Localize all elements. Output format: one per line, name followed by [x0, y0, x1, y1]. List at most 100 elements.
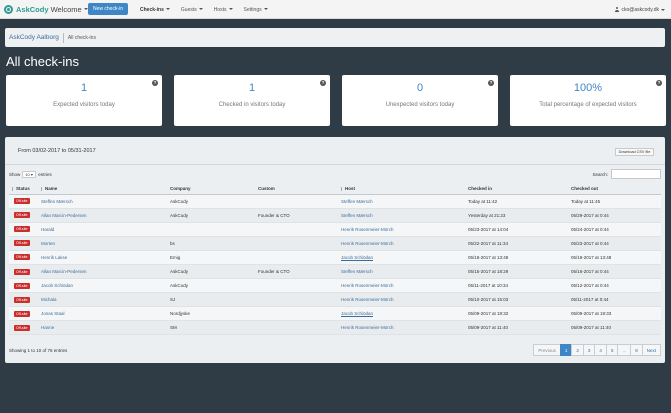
name-cell: Steffen Mærsch: [38, 194, 167, 209]
question-icon[interactable]: ?: [320, 80, 326, 86]
host-link[interactable]: Henrik Rosenmeier-Mörch: [341, 227, 394, 232]
company-cell: Emig: [167, 250, 255, 265]
column-custom[interactable]: Custom: [255, 184, 338, 195]
table-info: Showing 1 to 10 of 76 entries: [9, 348, 68, 353]
pagination-previous[interactable]: Previous: [533, 344, 561, 356]
host-cell: Henrik Rosenmeier-Mörch: [338, 292, 465, 308]
company-cell: Nordjyske: [167, 306, 255, 322]
status-cell: Off-site: [9, 306, 38, 322]
status-cell: Off-site: [9, 264, 38, 280]
custom-cell: [255, 194, 338, 209]
guest-name-link[interactable]: Harald: [41, 227, 54, 232]
host-cell: Henrik Rosenmeier-Mörch: [338, 278, 465, 294]
column-host[interactable]: Host: [338, 184, 465, 195]
pagination: Previous 1 2 3 4 5 ... 8 Next: [533, 344, 661, 356]
nav-guests[interactable]: Guests: [181, 7, 203, 13]
stat-card-unexpected: 0 Unexpected visitors today ?: [342, 75, 498, 126]
custom-cell: [255, 236, 338, 251]
guest-name-link[interactable]: Michala: [41, 297, 57, 302]
table-row: Off-site Hanne SM Henrik Rosenmeier-Mörch 05…: [9, 320, 661, 336]
checked-out-cell: 05/18-2017 at 13:48: [568, 250, 661, 265]
guest-name-link[interactable]: Allan Marcin-Pedersen: [41, 213, 87, 218]
column-checked-in[interactable]: Checked in: [465, 184, 568, 195]
nav-checkins[interactable]: Check-ins: [140, 7, 170, 13]
company-text: Emig: [170, 254, 181, 260]
checked-in-cell: 05/09-2017 at 19:32: [465, 306, 568, 322]
nav-hosts[interactable]: Hosts: [214, 7, 233, 13]
user-icon: [615, 7, 620, 12]
custom-cell: [255, 278, 338, 294]
panel-header: From 03/02-2017 to 05/31-2017 Download C…: [5, 137, 665, 165]
user-email: cko@askcody.dk: [621, 6, 660, 13]
host-link[interactable]: Henrik Rosenmeier-Mörch: [341, 297, 394, 302]
company-cell: AskCody: [167, 278, 255, 294]
company-text: AskCody: [170, 283, 189, 289]
column-checked-out[interactable]: Checked out: [568, 184, 661, 195]
checked-in-time: Today at 11:42: [468, 198, 498, 204]
checked-in-cell: Today at 11:42: [465, 194, 568, 209]
checked-in-cell: 05/11-2017 at 10:34: [465, 278, 568, 294]
host-link[interactable]: Steffen Mærsch: [341, 213, 373, 218]
host-link[interactable]: Steffen Mærsch: [341, 199, 373, 204]
checked-in-time: 05/22-2017 at 11:34: [468, 240, 508, 246]
checked-in-time: 05/09-2017 at 19:32: [468, 311, 509, 317]
checked-in-time: 05/09-2017 at 11:40: [468, 325, 508, 331]
column-company[interactable]: Company: [167, 184, 255, 195]
checked-out-cell: 05/24-2017 at 0:44: [568, 222, 661, 237]
date-range: From 03/02-2017 to 05/31-2017: [18, 148, 96, 154]
custom-text: Founder & CTO: [258, 269, 290, 275]
search-input[interactable]: [611, 169, 661, 179]
question-icon[interactable]: ?: [488, 80, 494, 86]
stat-label: Unexpected visitors today: [385, 102, 455, 108]
table-row: Off-site Michala SJ Henrik Rosenmeier-Mörch…: [9, 292, 661, 308]
status-badge: Off-site: [14, 282, 30, 289]
checked-out-time: 05/29-2017 at 0:44: [571, 212, 609, 218]
new-checkin-button[interactable]: New check-in: [88, 3, 128, 15]
pagination-next[interactable]: Next: [641, 344, 661, 356]
custom-cell: [255, 222, 338, 237]
brand-text: AskCody Welcome: [16, 4, 82, 14]
column-name[interactable]: Name: [38, 184, 167, 195]
page-length-control: Show 10 ▾ entries: [9, 171, 52, 178]
host-link[interactable]: Jacob Schiödan: [341, 255, 373, 260]
question-icon[interactable]: ?: [656, 80, 662, 86]
host-link[interactable]: Henrik Rosenmeier-Mörch: [341, 241, 394, 246]
table-row: Off-site Allan Marcin-Pedersen AskCody Foun…: [9, 264, 661, 280]
status-badge: Off-site: [14, 254, 30, 261]
guest-name-link[interactable]: Morten: [41, 241, 55, 246]
nav-settings[interactable]: Settings: [244, 7, 268, 13]
checked-in-cell: 05/23-2017 at 14:04: [465, 222, 568, 237]
column-status[interactable]: Status: [9, 184, 38, 195]
host-link[interactable]: Henrik Rosenmeier-Mörch: [341, 283, 394, 288]
checked-in-cell: 05/18-2017 at 13:48: [465, 250, 568, 265]
guest-name-link[interactable]: Jacob Schiödan: [41, 283, 73, 288]
name-cell: Allan Marcin-Pedersen: [38, 208, 167, 223]
custom-cell: [255, 320, 338, 336]
table-row: Off-site Jacob Schiödan AskCody Henrik Rose…: [9, 278, 661, 294]
host-link[interactable]: Steffen Mærsch: [341, 269, 373, 274]
page-length-select[interactable]: 10 ▾: [22, 171, 37, 178]
question-icon[interactable]: ?: [152, 80, 158, 86]
brand-menu[interactable]: AskCody Welcome: [4, 0, 88, 19]
stat-label: Total percentage of expected visitors: [539, 102, 637, 108]
guest-name-link[interactable]: Jonas Staal: [41, 311, 65, 316]
stat-label: Checked in visitors today: [218, 102, 286, 108]
host-link[interactable]: Jacob Schiödan: [341, 311, 373, 316]
company-text: bs: [170, 240, 175, 246]
guest-name-link[interactable]: Steffen Mærsch: [41, 199, 73, 204]
checked-out-time: 05/09-2017 at 19:33: [571, 311, 612, 317]
download-csv-button[interactable]: Download CSV file: [615, 148, 654, 156]
breadcrumb-separator: [62, 32, 64, 43]
search-control: Search:: [592, 169, 661, 179]
breadcrumb: AskCody Aalborg All check-ins: [5, 28, 665, 47]
guest-name-link[interactable]: Henrik Lakse: [41, 255, 67, 260]
custom-text: Founder & CTO: [258, 212, 290, 218]
breadcrumb-home-link[interactable]: AskCody Aalborg: [9, 34, 59, 41]
guest-name-link[interactable]: Allan Marcin-Pedersen: [41, 269, 87, 274]
host-link[interactable]: Henrik Rosenmeier-Mörch: [341, 325, 394, 330]
checked-out-time: 05/24-2017 at 0:44: [571, 226, 609, 232]
user-menu[interactable]: cko@askcody.dk: [615, 0, 665, 19]
company-cell: SJ: [167, 292, 255, 308]
status-cell: Off-site: [9, 320, 38, 336]
guest-name-link[interactable]: Hanne: [41, 325, 54, 330]
